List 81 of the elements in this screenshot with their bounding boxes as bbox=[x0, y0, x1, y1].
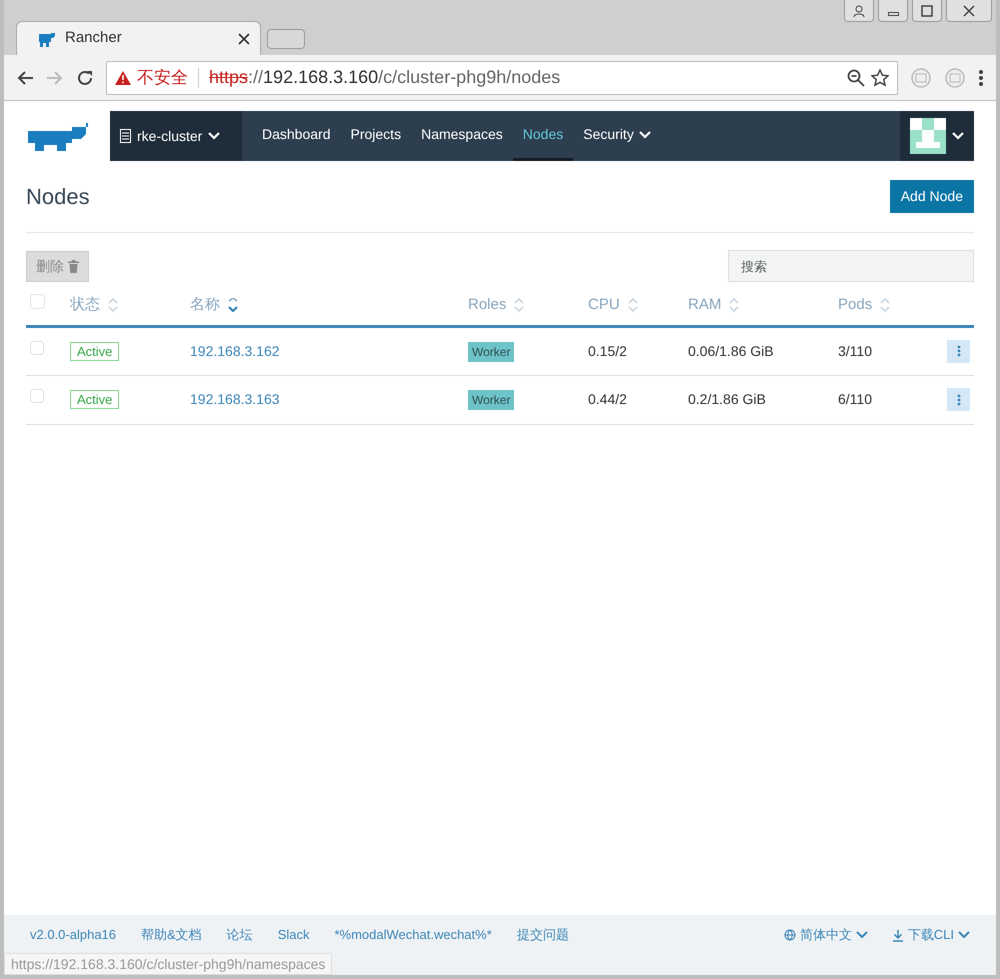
close-window-button[interactable] bbox=[946, 0, 992, 22]
address-bar[interactable]: 不安全 https://192.168.3.160/c/cluster-phg9h/nodes bbox=[106, 60, 898, 94]
user-menu[interactable] bbox=[900, 111, 974, 161]
cluster-selector[interactable]: rke-cluster bbox=[110, 111, 242, 161]
zoom-icon[interactable] bbox=[847, 68, 865, 86]
table-cell: 0.44/2 bbox=[588, 391, 627, 408]
chevron-down-icon bbox=[952, 132, 964, 140]
search-field[interactable]: 搜索 bbox=[728, 250, 974, 282]
minimize-button[interactable] bbox=[878, 0, 908, 22]
download-cli-link[interactable]: 下载CLI bbox=[892, 927, 970, 943]
nav-tab[interactable]: Security bbox=[573, 111, 661, 161]
status-label: Active bbox=[70, 342, 120, 361]
trash-icon bbox=[68, 260, 79, 272]
node-link[interactable]: 192.168.3.163 bbox=[190, 391, 280, 408]
nav-tab[interactable]: Nodes bbox=[512, 111, 574, 161]
sort-icon bbox=[628, 298, 638, 312]
sort-descending-icon bbox=[228, 298, 238, 312]
footer-link[interactable]: Slack bbox=[278, 927, 310, 943]
role-tag: Worker bbox=[468, 390, 514, 410]
chevron-down-icon bbox=[958, 931, 970, 939]
close-icon bbox=[963, 4, 975, 16]
more-icon bbox=[956, 394, 960, 406]
browser-tab[interactable]: Rancher bbox=[16, 21, 261, 55]
footer-link[interactable]: 帮助&文档 bbox=[141, 927, 202, 943]
language-selector[interactable]: 简体中文 bbox=[784, 927, 868, 943]
role-tag: Worker bbox=[468, 342, 514, 362]
table-cell: 6/110 bbox=[838, 391, 872, 408]
url-text: https://192.168.3.160/c/cluster-phg9h/nodes bbox=[209, 66, 562, 89]
row-checkbox[interactable] bbox=[30, 340, 44, 355]
download-icon bbox=[892, 928, 904, 942]
star-icon[interactable] bbox=[871, 68, 889, 86]
row-checkbox[interactable] bbox=[30, 389, 44, 404]
table-cell: 0.06/1.86 GiB bbox=[688, 342, 774, 359]
sort-icon bbox=[108, 298, 118, 312]
nav-tab[interactable]: Projects bbox=[340, 111, 412, 161]
column-header[interactable]: 状态 bbox=[70, 294, 118, 316]
maximize-button[interactable] bbox=[912, 0, 942, 22]
chevron-down-icon bbox=[208, 132, 220, 140]
server-icon bbox=[120, 129, 131, 143]
person-icon bbox=[853, 4, 865, 16]
delete-button[interactable]: 删除 bbox=[26, 250, 89, 282]
table-cell: 0.2/1.86 GiB bbox=[688, 391, 766, 408]
column-header[interactable]: Pods bbox=[838, 294, 890, 316]
actions-button[interactable] bbox=[947, 388, 970, 411]
table-cell: 0.15/2 bbox=[588, 342, 627, 359]
sort-icon bbox=[880, 298, 890, 312]
footer-link[interactable]: v2.0.0-alpha16 bbox=[30, 927, 116, 943]
sort-icon bbox=[514, 298, 524, 312]
status-label: Active bbox=[70, 390, 120, 410]
actions-button[interactable] bbox=[947, 340, 970, 362]
back-icon[interactable] bbox=[16, 70, 34, 86]
status-url: https://192.168.3.160/c/cluster-phg9h/namespaces bbox=[4, 953, 332, 975]
menu-icon[interactable] bbox=[978, 68, 984, 86]
security-warning: 不安全 bbox=[137, 66, 188, 89]
chevron-down-icon bbox=[638, 130, 651, 138]
close-icon[interactable] bbox=[238, 32, 250, 44]
column-header[interactable]: Roles bbox=[468, 294, 524, 316]
reload-icon[interactable] bbox=[76, 68, 94, 86]
column-header[interactable]: CPU bbox=[588, 294, 638, 316]
tab-title: Rancher bbox=[65, 28, 123, 48]
nav-tab[interactable]: Namespaces bbox=[411, 111, 513, 161]
avatar-icon bbox=[910, 118, 946, 154]
node-link[interactable]: 192.168.3.162 bbox=[190, 342, 280, 359]
chevron-down-icon bbox=[856, 931, 868, 939]
profile-button[interactable] bbox=[844, 0, 874, 22]
select-all-checkbox[interactable] bbox=[30, 294, 45, 309]
footer-link[interactable]: 提交问题 bbox=[516, 927, 569, 943]
warning-icon bbox=[115, 70, 131, 84]
column-header[interactable]: 名称 bbox=[190, 294, 238, 316]
footer-link[interactable]: *%modalWechat.wechat%* bbox=[334, 927, 492, 943]
globe-icon bbox=[784, 929, 796, 941]
footer-link[interactable]: 论坛 bbox=[226, 927, 253, 943]
sort-icon bbox=[729, 298, 740, 312]
table-cell: 3/110 bbox=[838, 342, 872, 359]
nav-tab[interactable]: Dashboard bbox=[252, 111, 340, 161]
minimize-icon bbox=[888, 12, 898, 16]
more-icon bbox=[956, 345, 960, 357]
page-title: Nodes bbox=[26, 183, 90, 211]
column-header[interactable]: RAM bbox=[688, 294, 740, 316]
maximize-icon bbox=[921, 4, 933, 16]
add-node-button[interactable]: Add Node bbox=[890, 180, 974, 213]
